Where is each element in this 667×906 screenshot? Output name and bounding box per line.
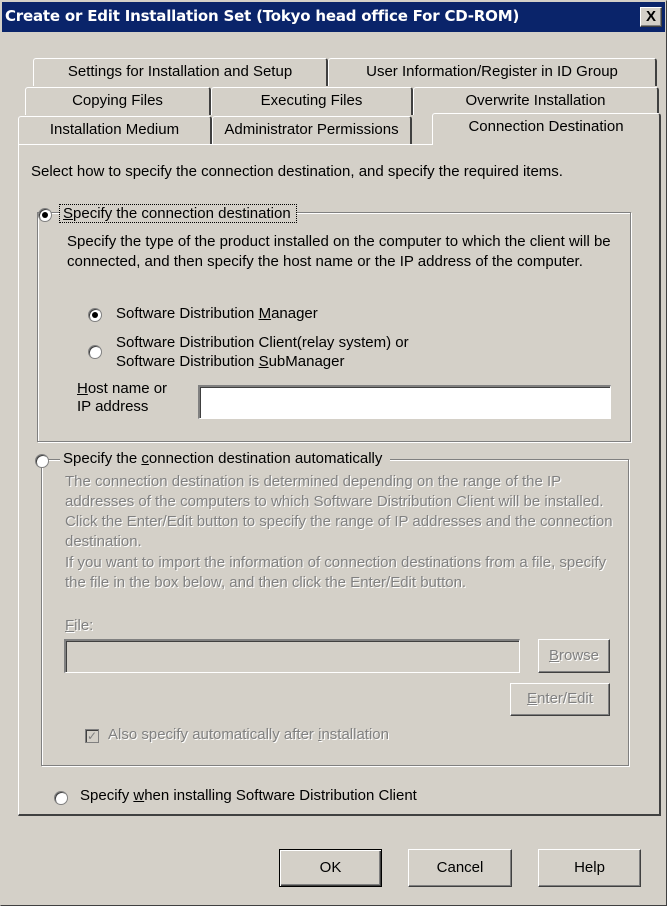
tab-label: Overwrite Installation — [465, 92, 606, 109]
close-icon: X — [645, 8, 656, 25]
manager-radio[interactable] — [88, 308, 102, 322]
manual-destination-description: Specify the type of the product installe… — [67, 233, 611, 270]
tab-overwrite-installation[interactable]: Overwrite Installation — [413, 87, 659, 115]
help-button[interactable]: Help — [538, 849, 641, 887]
browse-button[interactable]: Browse — [538, 639, 610, 673]
auto-import-description: If you want to import the information of… — [65, 554, 607, 591]
host-name-label: Host name or IP address — [77, 380, 168, 415]
tab-installation-medium[interactable]: Installation Medium — [18, 116, 212, 144]
tab-label: Installation Medium — [49, 121, 180, 138]
manual-destination-radio[interactable] — [38, 208, 52, 222]
dialog-window: Create or Edit Installation Set (Tokyo h… — [0, 0, 667, 906]
ok-button[interactable]: OK — [279, 849, 382, 887]
install-time-radio[interactable] — [54, 791, 68, 805]
also-specify-label[interactable]: Also specify automatically after install… — [108, 726, 389, 743]
client-submanager-radio[interactable] — [88, 345, 102, 359]
tab-connection-destination[interactable]: Connection Destination — [432, 113, 661, 145]
tab-label: Copying Files — [72, 92, 163, 109]
title-bar[interactable]: Create or Edit Installation Set (Tokyo h… — [2, 2, 665, 32]
auto-destination-label[interactable]: Specify the connection destination autom… — [60, 450, 391, 467]
enter-edit-button[interactable]: Enter/Edit — [510, 683, 610, 716]
manual-destination-label[interactable]: Specify the connection destination — [59, 204, 297, 223]
tab-settings-installation-setup[interactable]: Settings for Installation and Setup — [33, 58, 328, 86]
dialog-title: Create or Edit Installation Set (Tokyo h… — [5, 7, 520, 25]
manager-label[interactable]: Software Distribution Manager — [116, 305, 318, 322]
install-time-label[interactable]: Specify when installing Software Distrib… — [80, 787, 417, 804]
tab-label: Connection Destination — [468, 118, 624, 135]
tab-panel-connection-destination: Select how to specify the connection des… — [18, 144, 661, 816]
tab-executing-files[interactable]: Executing Files — [211, 87, 413, 115]
close-button[interactable]: X — [640, 7, 662, 27]
also-specify-checkbox[interactable]: ✓ — [85, 729, 99, 743]
file-label: File: — [65, 617, 94, 634]
client-submanager-label[interactable]: Software Distribution Client(relay syste… — [116, 333, 409, 371]
intro-text: Select how to specify the connection des… — [31, 163, 563, 180]
tab-label: Administrator Permissions — [224, 121, 399, 138]
tab-copying-files[interactable]: Copying Files — [25, 87, 211, 115]
file-input[interactable] — [64, 639, 520, 673]
tab-label: User Information/Register in ID Group — [366, 63, 618, 80]
tab-label: Executing Files — [260, 92, 363, 109]
tab-administrator-permissions[interactable]: Administrator Permissions — [212, 116, 412, 144]
auto-destination-description: The connection destination is determined… — [65, 473, 613, 550]
cancel-button[interactable]: Cancel — [408, 849, 512, 887]
host-name-input[interactable] — [198, 385, 611, 419]
tab-user-information[interactable]: User Information/Register in ID Group — [328, 58, 657, 86]
tab-label: Settings for Installation and Setup — [67, 63, 293, 80]
auto-destination-radio[interactable] — [35, 454, 49, 468]
